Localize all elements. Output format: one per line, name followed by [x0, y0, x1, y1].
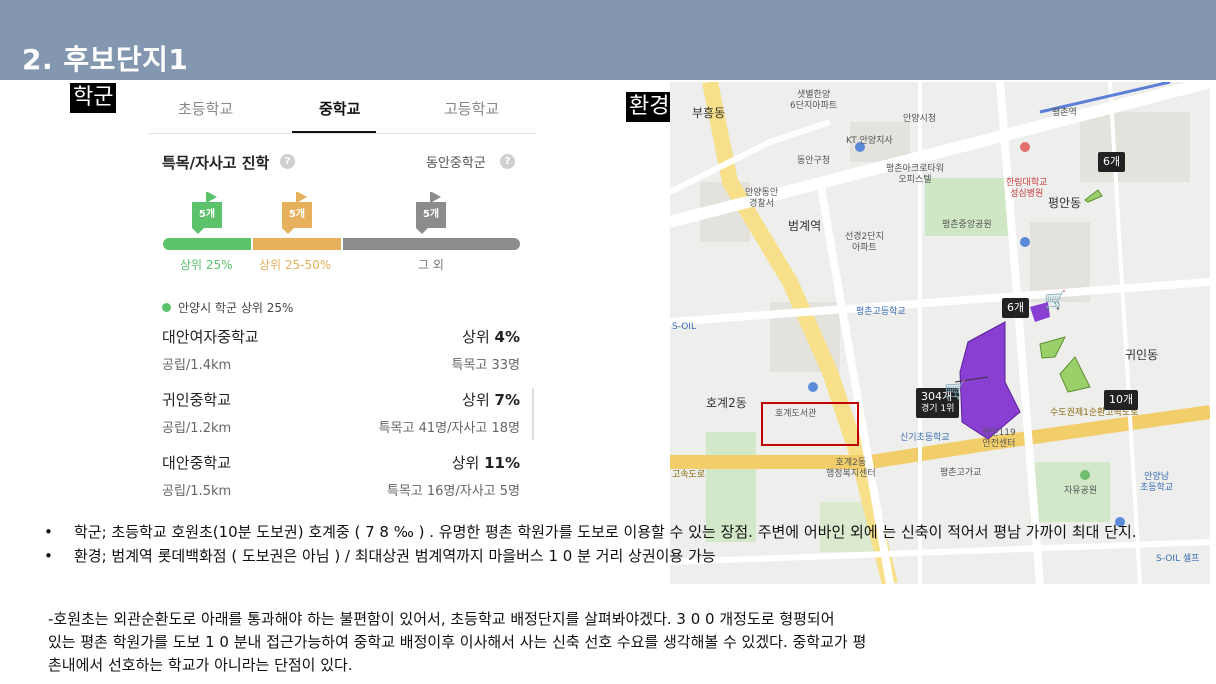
- map-label: 부흥동: [692, 106, 726, 120]
- tier-count: 5개: [416, 202, 446, 228]
- map-label: 호계2동 행정복지센터: [826, 458, 876, 479]
- tab-high[interactable]: 고등학교: [444, 98, 499, 119]
- map-label: 고속도로: [672, 470, 706, 480]
- school-name: 대안여자중학교: [162, 328, 259, 346]
- map-label: 평촌역: [1052, 108, 1077, 118]
- area-map[interactable]: 부흥동 샛별한양 6단지아파트 안양시청 평촌역 KT 안양지사 동안구청 평촌…: [670, 82, 1210, 584]
- main-complex-rank: 경기 1위: [921, 404, 955, 414]
- scrollbar[interactable]: [532, 388, 534, 440]
- school-admissions: 특목고 33명: [451, 358, 520, 373]
- tab-elementary[interactable]: 초등학교: [178, 98, 233, 119]
- park-icon[interactable]: [1080, 470, 1090, 480]
- complex-count-badge[interactable]: 6개: [1098, 152, 1126, 172]
- tier-bar-top25-50: [253, 238, 341, 250]
- map-label: 신기초등학교: [900, 433, 950, 443]
- bullet-environment: • 환경; 범계역 롯데백화점 ( 도보권은 아님 ) / 최대상권 범계역까지…: [40, 546, 1140, 566]
- school-admissions: 특목고 16명/자사고 5명: [386, 484, 520, 499]
- school-name: 귀인중학교: [162, 391, 232, 409]
- school-district-panel: 초등학교 중학교 고등학교 특목/자사고 진학 ? 동안중학군 ? 5개 5개 …: [148, 86, 536, 516]
- school-level-tabs: 초등학교 중학교 고등학교: [148, 86, 536, 134]
- map-label: 샛별한양 6단지아파트: [790, 90, 838, 111]
- map-label: KT 안양지사: [846, 136, 893, 146]
- school-rank: 상위 11%: [451, 454, 520, 472]
- map-canvas: [670, 82, 1210, 584]
- map-label: 평안동: [1048, 196, 1082, 210]
- school-type-distance: 공립/1.4km: [162, 358, 232, 373]
- bullet-school: • 학군; 초등학교 호원초(10분 도보권) 호계중 ( 7 8 ‰ ) . …: [40, 522, 1140, 542]
- map-label: 평촌고등학교: [856, 307, 906, 317]
- school-icon[interactable]: [1020, 237, 1030, 247]
- legend-dot: [162, 303, 171, 312]
- district-name: 동안중학군: [426, 156, 486, 171]
- school-rank: 상위 7%: [462, 391, 520, 409]
- school-row[interactable]: 귀인중학교 상위 7% 공립/1.2km 특목고 41명/자사고 18명: [162, 389, 520, 445]
- tier-count: 5개: [282, 202, 312, 228]
- map-label: 안양시청: [903, 114, 937, 124]
- map-label: 안양남 초등학교: [1140, 472, 1174, 493]
- help-icon[interactable]: ?: [500, 154, 515, 169]
- map-label: 안양동안 경찰서: [745, 188, 779, 209]
- complex-count-badge[interactable]: 6개: [1002, 298, 1030, 318]
- school-tag: 학군: [70, 83, 117, 113]
- tier-bar-other: [343, 238, 520, 250]
- shopping-cart-icon[interactable]: 🛒: [944, 380, 966, 401]
- map-label: S-OIL 셀프: [1156, 554, 1200, 564]
- school-rank: 상위 4%: [462, 328, 520, 346]
- tier-count: 5개: [192, 202, 222, 228]
- map-label: 평촌고가교: [940, 468, 982, 478]
- environment-tag: 환경: [626, 92, 673, 122]
- shopping-cart-icon[interactable]: 🛒: [1044, 290, 1066, 311]
- map-label: 평촌중앙공원: [942, 220, 992, 230]
- map-label: 자유공원: [1064, 486, 1098, 496]
- map-label: 한림대학교 성심병원: [1006, 178, 1048, 199]
- bullet-text: 환경; 범계역 롯데백화점 ( 도보권은 아님 ) / 최대상권 범계역까지 마…: [74, 547, 716, 565]
- tier-label: 상위 25%: [180, 258, 233, 272]
- map-label: 범계역: [788, 219, 822, 233]
- slide-header: 2. 후보단지1: [0, 0, 1216, 80]
- tier-label: 그 외: [418, 258, 444, 272]
- tier-bar-top25: [163, 238, 251, 250]
- tab-middle[interactable]: 중학교: [319, 98, 360, 119]
- map-label: 평촌아크로타워 오피스텔: [886, 164, 944, 185]
- map-label: 호계2동: [706, 396, 747, 410]
- school-name: 대안중학교: [162, 454, 232, 472]
- school-type-distance: 공립/1.5km: [162, 484, 232, 499]
- bullet-icon: •: [44, 547, 53, 565]
- school-row[interactable]: 대안여자중학교 상위 4% 공립/1.4km 특목고 33명: [162, 326, 520, 382]
- section-title: 특목/자사고 진학: [162, 154, 270, 172]
- complex-count-badge[interactable]: 10개: [1104, 390, 1139, 410]
- school-admissions: 특목고 41명/자사고 18명: [378, 421, 520, 436]
- map-label: 귀인119 안전센터: [982, 428, 1016, 449]
- hospital-icon[interactable]: [1020, 142, 1030, 152]
- active-tab-indicator: [292, 131, 376, 133]
- school-row[interactable]: 대안중학교 상위 11% 공립/1.5km 특목고 16명/자사고 5명: [162, 452, 520, 508]
- school-type-distance: 공립/1.2km: [162, 421, 232, 436]
- summary-bullets: • 학군; 초등학교 호원초(10분 도보권) 호계중 ( 7 8 ‰ ) . …: [40, 522, 1140, 566]
- map-label: 동안구청: [797, 156, 831, 166]
- legend-text: 안양시 학군 상위 25%: [178, 301, 294, 315]
- slide-title: 2. 후보단지1: [22, 43, 189, 76]
- help-icon[interactable]: ?: [280, 154, 295, 169]
- map-label: 귀인동: [1125, 348, 1159, 362]
- library-icon[interactable]: [808, 382, 818, 392]
- map-label: S-OIL: [672, 322, 696, 332]
- bullet-text: 학군; 초등학교 호원초(10분 도보권) 호계중 ( 7 8 ‰ ) . 유명…: [74, 523, 1137, 541]
- highlight-box: [761, 402, 859, 446]
- analysis-note: -호원초는 외관순환도로 아래를 통과해야 하는 불편함이 있어서, 초등학교 …: [48, 610, 867, 674]
- map-label: 선경2단지 아파트: [845, 232, 884, 253]
- bullet-icon: •: [44, 523, 53, 541]
- tier-label: 상위 25-50%: [259, 258, 332, 272]
